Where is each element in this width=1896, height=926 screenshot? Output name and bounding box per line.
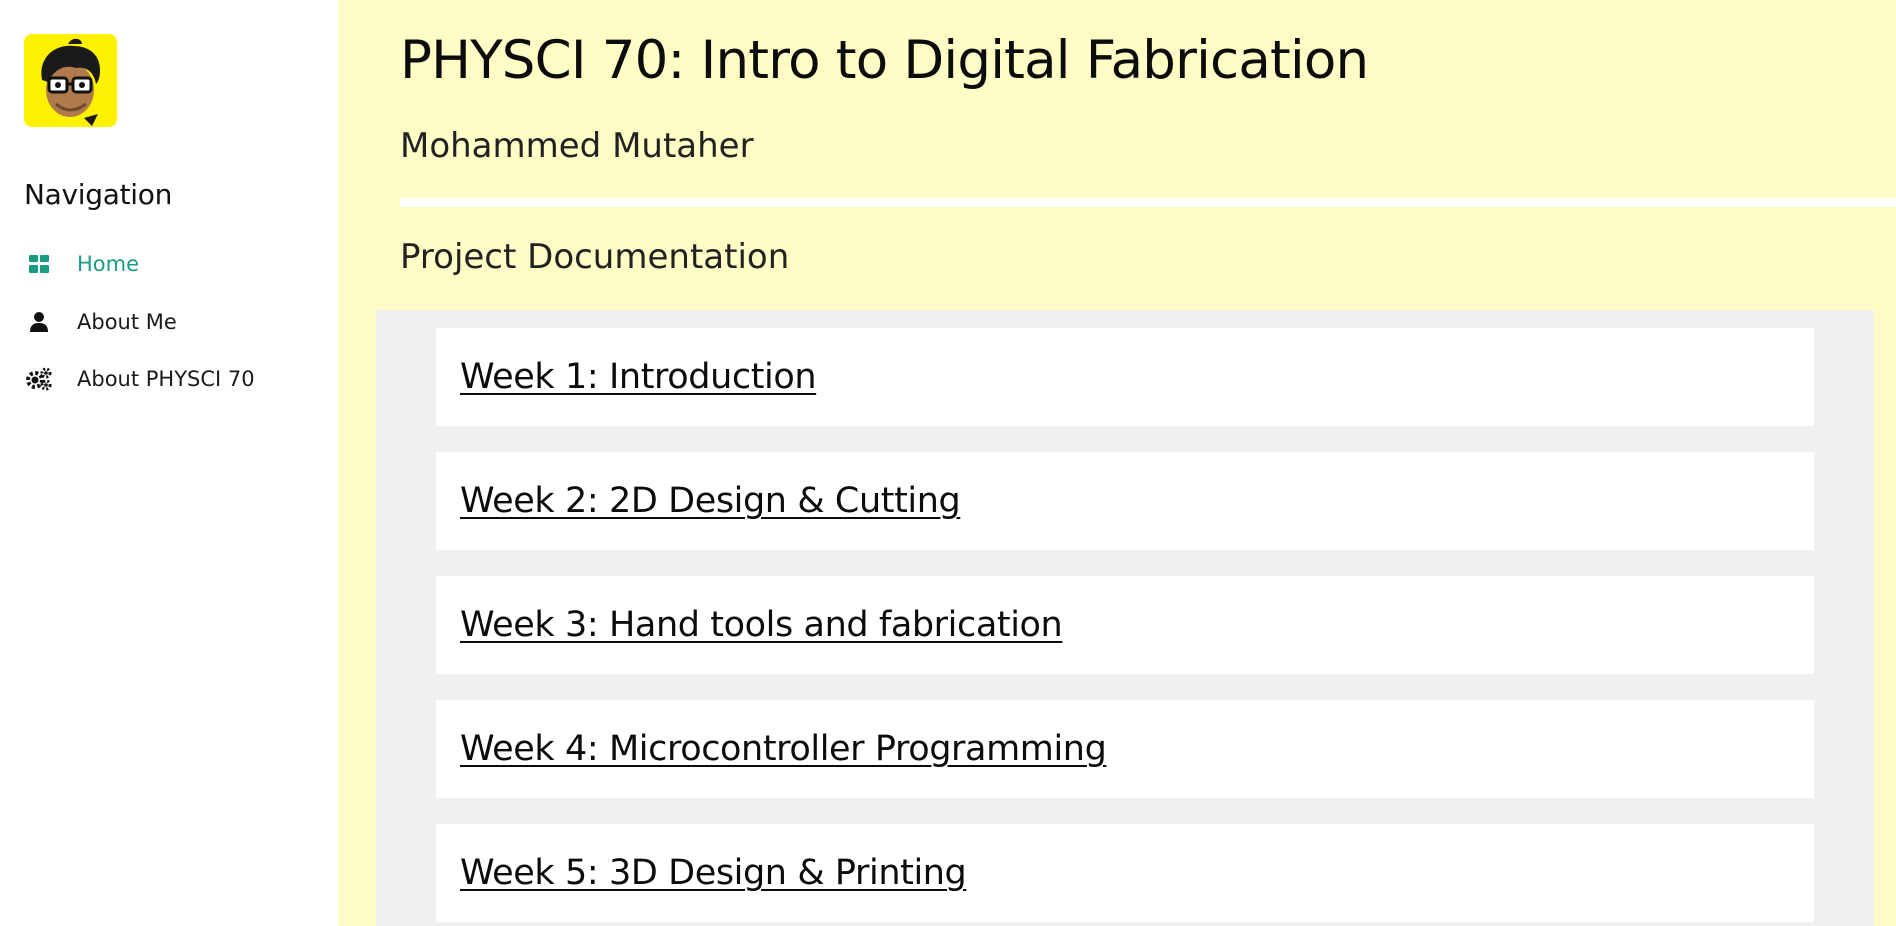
- week-link[interactable]: Week 2: 2D Design & Cutting: [460, 481, 961, 521]
- week-link[interactable]: Week 3: Hand tools and fabrication: [460, 605, 1063, 645]
- week-card: Week 3: Hand tools and fabrication: [436, 576, 1814, 674]
- week-card: Week 2: 2D Design & Cutting: [436, 452, 1814, 550]
- week-list: Week 1: Introduction Week 2: 2D Design &…: [376, 310, 1874, 926]
- week-link[interactable]: Week 1: Introduction: [460, 357, 817, 397]
- author-name: Mohammed Mutaher: [400, 126, 754, 166]
- sidebar-item-label: About Me: [77, 310, 177, 334]
- week-link[interactable]: Week 4: Microcontroller Programming: [460, 729, 1107, 769]
- sidebar-item-label: Home: [77, 252, 140, 276]
- week-card: Week 1: Introduction: [436, 328, 1814, 426]
- dashboard-grid-icon: [24, 249, 54, 279]
- week-card: Week 4: Microcontroller Programming: [436, 700, 1814, 798]
- section-title: Project Documentation: [400, 237, 790, 277]
- page-title: PHYSCI 70: Intro to Digital Fabrication: [400, 30, 1369, 91]
- sidebar-item-about-physci[interactable]: About PHYSCI 70: [24, 359, 314, 399]
- user-icon: [24, 307, 54, 337]
- main-content: PHYSCI 70: Intro to Digital Fabrication …: [338, 0, 1896, 926]
- sidebar-item-about-me[interactable]: About Me: [24, 302, 314, 342]
- cartoon-avatar-icon[interactable]: [24, 34, 117, 127]
- week-link[interactable]: Week 5: 3D Design & Printing: [460, 853, 967, 893]
- week-card: Week 5: 3D Design & Printing: [436, 824, 1814, 922]
- nav-title: Navigation: [24, 178, 173, 211]
- gears-icon: [24, 364, 54, 394]
- sidebar-item-home[interactable]: Home: [24, 244, 314, 284]
- divider: [400, 198, 1896, 207]
- sidebar: Navigation Home About Me About PHYSCI 70: [0, 0, 338, 926]
- sidebar-item-label: About PHYSCI 70: [77, 367, 255, 391]
